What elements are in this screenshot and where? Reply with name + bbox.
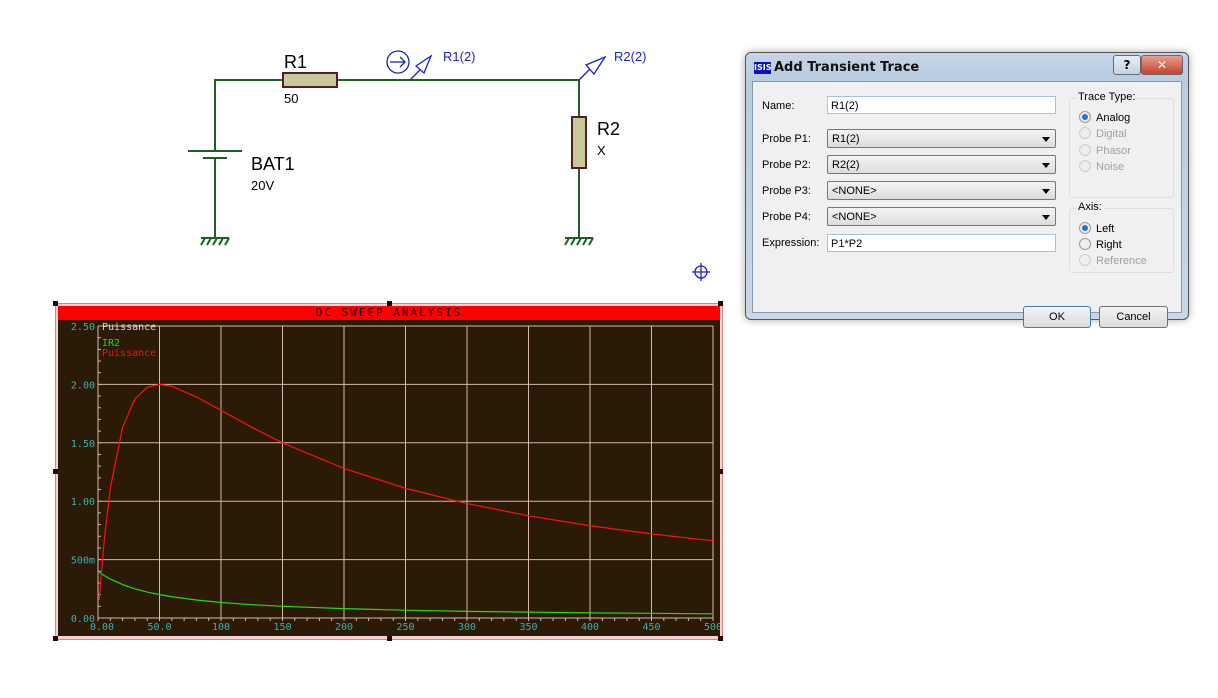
radio-digital[interactable]: Digital xyxy=(1079,127,1127,143)
r2-label: R2 xyxy=(597,119,620,139)
x-tick-label: 250 xyxy=(396,622,414,633)
axis-label: Axis: xyxy=(1076,201,1104,213)
name-input[interactable]: R1(2) xyxy=(827,96,1056,114)
resistor-r1[interactable] xyxy=(282,72,338,88)
radio-left[interactable]: Left xyxy=(1079,222,1114,238)
current-probe-icon[interactable] xyxy=(386,50,410,74)
x-tick-label: 450 xyxy=(642,622,660,633)
probe-p4-label: Probe P4: xyxy=(762,211,811,223)
x-tick-label: 50.0 xyxy=(147,622,171,633)
x-tick-label: 100 xyxy=(212,622,230,633)
probe-p1-value: R1(2) xyxy=(832,133,860,145)
graph-plot: 0.00 50.0 100 150 200 250 300 350 400 450 5000.005… xyxy=(58,320,720,636)
chevron-down-icon xyxy=(1042,189,1050,194)
crosshair-icon xyxy=(692,263,710,281)
probe-p2-label: Probe P2: xyxy=(762,159,811,171)
plot-background xyxy=(58,320,720,636)
probe-p1-label: Probe P1: xyxy=(762,133,811,145)
r1-label: R1 xyxy=(284,52,307,72)
resize-handle[interactable] xyxy=(718,636,723,641)
chevron-down-icon xyxy=(1042,215,1050,220)
resistor-r2[interactable] xyxy=(571,116,587,169)
x-tick-label: 400 xyxy=(581,622,599,633)
x-tick-label: 200 xyxy=(335,622,353,633)
probe-p2-value: R2(2) xyxy=(832,159,860,171)
probe-p3-value: <NONE> xyxy=(832,185,877,197)
radio-analog[interactable]: Analog xyxy=(1079,111,1130,127)
chevron-down-icon xyxy=(1042,163,1050,168)
y-tick-label: 2.00 xyxy=(71,380,95,391)
voltage-probe-icon[interactable] xyxy=(578,55,607,81)
r2-value: X xyxy=(597,143,606,158)
probe-label-r1: R1(2) xyxy=(443,49,476,64)
y-axis-label: Puissance xyxy=(102,322,156,333)
graph-title: DC SWEEP ANALYSIS xyxy=(58,306,720,320)
probe-p3-select[interactable]: <NONE> xyxy=(827,181,1056,200)
probe-p4-value: <NONE> xyxy=(832,211,877,223)
name-label: Name: xyxy=(762,100,795,112)
close-button[interactable]: ✕ xyxy=(1141,55,1183,75)
axis-group: Axis: Left Right Reference xyxy=(1069,201,1174,273)
radio-reference[interactable]: Reference xyxy=(1079,254,1147,270)
ok-button[interactable]: OK xyxy=(1023,306,1091,328)
radio-right[interactable]: Right xyxy=(1079,238,1122,254)
trace-type-group: Trace Type: Analog Digital Phasor Noise xyxy=(1069,91,1174,198)
probe-p3-label: Probe P3: xyxy=(762,185,811,197)
probe-p1-select[interactable]: R1(2) xyxy=(827,129,1056,148)
y-tick-label: 1.50 xyxy=(71,439,95,450)
probe-p2-select[interactable]: R2(2) xyxy=(827,155,1056,174)
probe-p4-select[interactable]: <NONE> xyxy=(827,207,1056,226)
resize-handle[interactable] xyxy=(387,636,392,641)
isis-logo-icon: ISIS xyxy=(754,62,772,74)
ground-icon xyxy=(564,237,594,246)
y-tick-label: 1.00 xyxy=(71,497,95,508)
trace-type-label: Trace Type: xyxy=(1076,91,1138,103)
expression-input[interactable]: P1*P2 xyxy=(827,234,1056,252)
bat1-label: BAT1 xyxy=(251,154,295,174)
battery-bat1[interactable] xyxy=(188,150,242,159)
expression-label: Expression: xyxy=(762,237,820,249)
radio-phasor[interactable]: Phasor xyxy=(1079,144,1131,160)
y-tick-label: 0.00 xyxy=(71,614,95,625)
ground-icon xyxy=(200,237,230,246)
dialog-title: Add Transient Trace xyxy=(774,60,920,75)
y-tick-label: 500m xyxy=(71,556,95,567)
y-tick-label: 2.50 xyxy=(71,322,95,333)
resize-handle[interactable] xyxy=(53,636,58,641)
voltage-probe-icon[interactable] xyxy=(409,54,433,81)
schematic: R1 50 R2 X BAT1 20V R1(2) R2(2) xyxy=(188,49,710,281)
add-transient-trace-dialog: ISIS Add Transient Trace ? ✕ Name: R1(2)… xyxy=(745,52,1189,328)
dialog-body: Name: R1(2) Probe P1: R1(2) Probe P2: R2… xyxy=(752,81,1182,328)
x-tick-label: 500 xyxy=(704,622,720,633)
radio-noise[interactable]: Noise xyxy=(1079,160,1124,176)
x-tick-label: 350 xyxy=(519,622,537,633)
help-button[interactable]: ? xyxy=(1113,55,1141,75)
x-tick-label: 300 xyxy=(458,622,476,633)
bat1-value: 20V xyxy=(251,178,274,193)
x-tick-label: 150 xyxy=(273,622,291,633)
cancel-button[interactable]: Cancel xyxy=(1099,306,1168,328)
chevron-down-icon xyxy=(1042,137,1050,142)
r1-value: 50 xyxy=(284,91,298,106)
legend-entry: Puissance xyxy=(102,348,156,359)
probe-label-r2: R2(2) xyxy=(614,49,647,64)
